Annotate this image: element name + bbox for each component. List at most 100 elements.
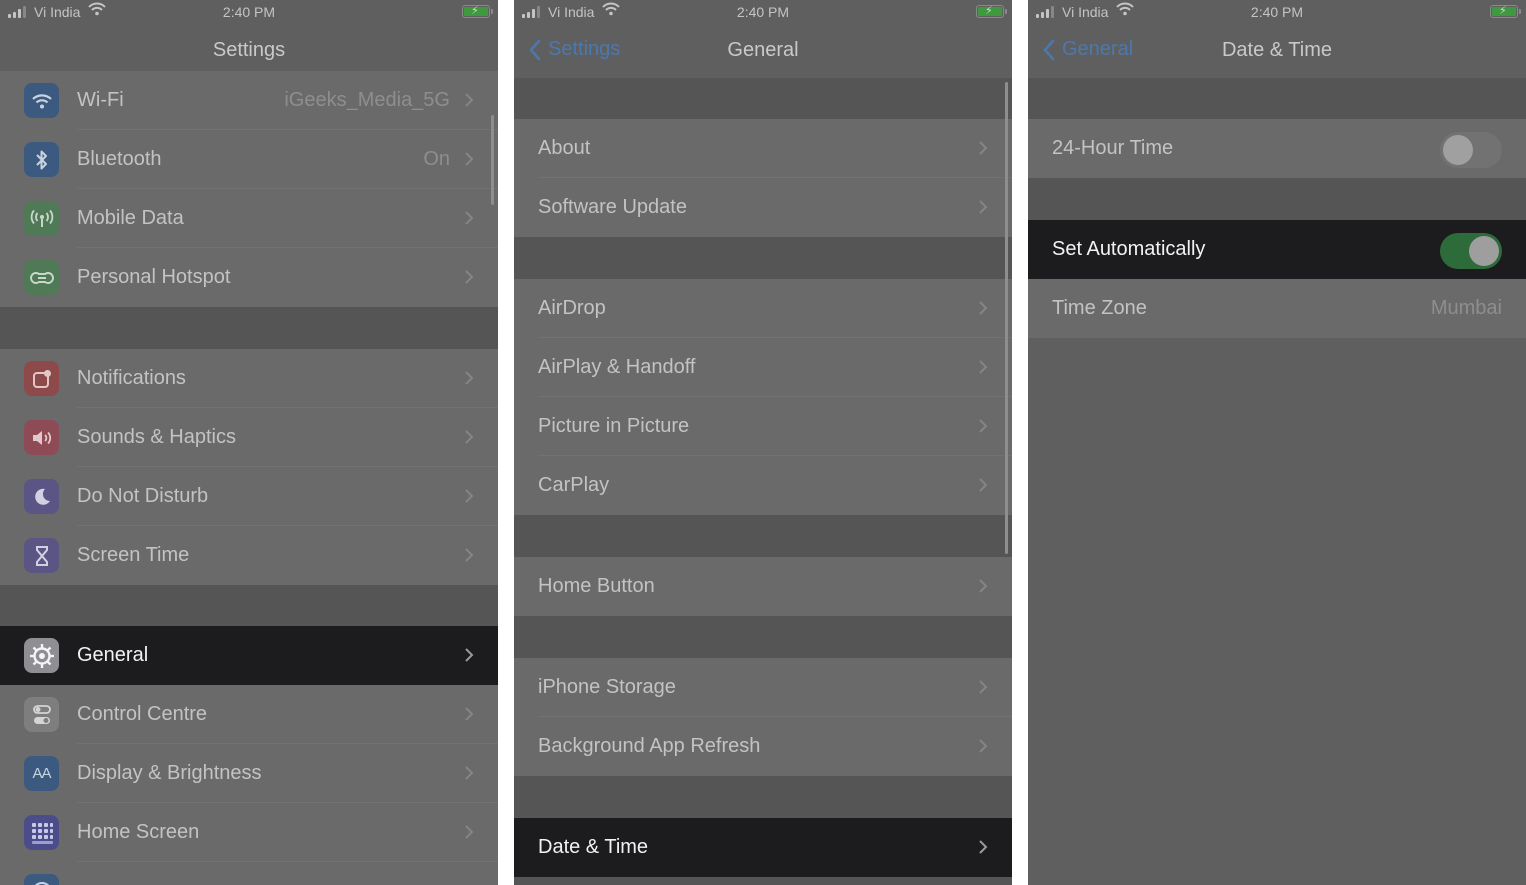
antenna-icon: [24, 201, 59, 236]
bluetooth-icon: [24, 142, 59, 177]
speaker-icon: [24, 420, 59, 455]
chevron-right-icon: [979, 200, 988, 214]
settings-row-display-brightness[interactable]: AA Display & Brightness: [0, 744, 498, 803]
nav-bar: Settings General: [514, 26, 1012, 78]
settings-screen: Vi India 2:40 PM ⚡ Settings Wi-Fi iGeeks…: [0, 0, 498, 885]
chevron-right-icon: [465, 825, 474, 839]
settings-row-personal-hotspot[interactable]: Personal Hotspot: [0, 248, 498, 307]
chevron-right-icon: [979, 301, 988, 315]
chevron-right-icon: [465, 489, 474, 503]
settings-row-notifications[interactable]: Notifications: [0, 349, 498, 408]
settings-row-label: Display & Brightness: [77, 762, 262, 784]
toggles-icon: [24, 697, 59, 732]
settings-row-partial[interactable]: [0, 862, 498, 885]
chevron-right-icon: [979, 680, 988, 694]
settings-row-label: Mobile Data: [77, 207, 184, 229]
settings-row-value: iGeeks_Media_5G: [284, 89, 450, 111]
general-row-label: CarPlay: [538, 474, 610, 496]
general-row-iphone-storage[interactable]: iPhone Storage: [514, 658, 1012, 717]
status-time: 2:40 PM: [736, 4, 790, 20]
chevron-right-icon: [465, 211, 474, 225]
general-row-background-app-refresh[interactable]: Background App Refresh: [514, 717, 1012, 776]
set-automatically-toggle[interactable]: [1440, 233, 1502, 269]
chevron-right-icon: [465, 766, 474, 780]
chevron-right-icon: [465, 93, 474, 107]
status-bar: Vi India 2:40 PM ⚡: [1028, 0, 1526, 26]
datetime-row-24-hour-time: 24-Hour Time: [1028, 119, 1526, 178]
chevron-right-icon: [465, 707, 474, 721]
datetime-row-time-zone[interactable]: Time Zone Mumbai: [1028, 279, 1526, 338]
page-title: General: [727, 39, 799, 61]
accessibility-icon: [24, 874, 59, 885]
section-gap: [1028, 78, 1526, 119]
status-bar: Vi India 2:40 PM ⚡: [0, 0, 498, 26]
chevron-right-icon: [979, 141, 988, 155]
datetime-row-label: 24-Hour Time: [1052, 137, 1174, 159]
app-grid-icon: [24, 815, 59, 850]
general-row-picture-in-picture[interactable]: Picture in Picture: [514, 397, 1012, 456]
general-row-airplay-handoff[interactable]: AirPlay & Handoff: [514, 338, 1012, 397]
settings-row-mobile-data[interactable]: Mobile Data: [0, 189, 498, 248]
hotspot-icon: [24, 260, 59, 295]
status-time: 2:40 PM: [222, 4, 276, 20]
time-zone-value: Mumbai: [1430, 297, 1502, 319]
chevron-right-icon: [979, 579, 988, 593]
section-gap: [514, 515, 1012, 557]
status-time: 2:40 PM: [1250, 4, 1304, 20]
icon-glyph: AA: [32, 765, 51, 782]
settings-row-label: Control Centre: [77, 703, 208, 725]
general-row-about[interactable]: About: [514, 119, 1012, 178]
general-row-label: AirPlay & Handoff: [538, 356, 696, 378]
date-time-screen: Vi India 2:40 PM ⚡ General Date & Time 2…: [1028, 0, 1526, 885]
scrollbar[interactable]: [1005, 82, 1008, 554]
section-gap: [1028, 178, 1526, 220]
wifi-icon: [24, 83, 59, 118]
general-row-airdrop[interactable]: AirDrop: [514, 279, 1012, 338]
general-row-carplay[interactable]: CarPlay: [514, 456, 1012, 515]
gear-icon: [24, 638, 59, 673]
settings-row-label: Wi-Fi: [77, 89, 124, 111]
page-title: Date & Time: [1221, 39, 1333, 61]
battery-icon: ⚡: [462, 5, 493, 18]
chevron-right-icon: [979, 478, 988, 492]
chevron-right-icon: [465, 548, 474, 562]
chevron-right-icon: [465, 270, 474, 284]
general-row-label: Background App Refresh: [538, 735, 761, 757]
toggle-knob: [1443, 135, 1473, 165]
general-row-label: About: [538, 137, 591, 159]
settings-row-label: Do Not Disturb: [77, 485, 209, 507]
section-gap: [514, 776, 1012, 818]
general-row-home-button[interactable]: Home Button: [514, 557, 1012, 616]
settings-row-label: Home Screen: [77, 821, 200, 843]
settings-row-sounds-haptics[interactable]: Sounds & Haptics: [0, 408, 498, 467]
settings-row-general[interactable]: General: [0, 626, 498, 685]
scrollbar[interactable]: [491, 115, 494, 205]
chevron-right-icon: [979, 739, 988, 753]
chevron-right-icon: [979, 840, 988, 854]
settings-row-wifi[interactable]: Wi-Fi iGeeks_Media_5G: [0, 71, 498, 130]
general-row-label: Date & Time: [538, 836, 649, 858]
settings-row-screen-time[interactable]: Screen Time: [0, 526, 498, 585]
general-row-date-time[interactable]: Date & Time: [514, 818, 1012, 877]
general-row-software-update[interactable]: Software Update: [514, 178, 1012, 237]
page-title: Settings: [212, 39, 286, 61]
settings-row-do-not-disturb[interactable]: Do Not Disturb: [0, 467, 498, 526]
status-bar: Vi India 2:40 PM ⚡: [514, 0, 1012, 26]
general-row-label: Home Button: [538, 575, 655, 597]
notifications-icon: [24, 361, 59, 396]
settings-row-label: Bluetooth: [77, 148, 162, 170]
general-row-label: AirDrop: [538, 297, 606, 319]
settings-row-value: On: [423, 148, 450, 170]
section-gap: [514, 237, 1012, 279]
settings-row-label: Notifications: [77, 367, 186, 389]
general-row-label: iPhone Storage: [538, 676, 676, 698]
settings-row-label: General: [77, 644, 149, 666]
hourglass-icon: [24, 538, 59, 573]
datetime-row-label: Time Zone: [1052, 297, 1147, 319]
settings-row-control-centre[interactable]: Control Centre: [0, 685, 498, 744]
nav-bar: General Date & Time: [1028, 26, 1526, 78]
24-hour-time-toggle[interactable]: [1440, 132, 1502, 168]
settings-row-home-screen[interactable]: Home Screen: [0, 803, 498, 862]
settings-row-bluetooth[interactable]: Bluetooth On: [0, 130, 498, 189]
chevron-right-icon: [465, 371, 474, 385]
